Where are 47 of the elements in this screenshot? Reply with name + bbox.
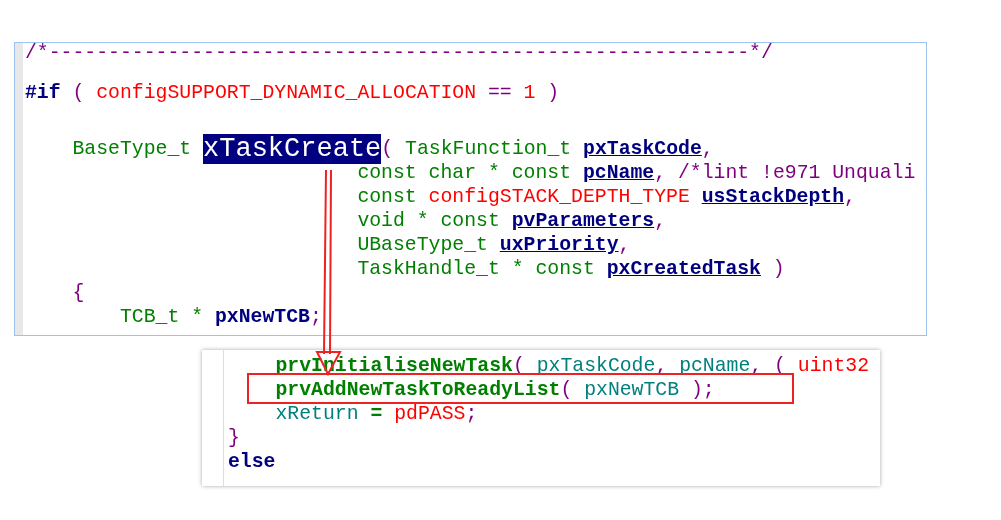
code-macro: uint32 (797, 354, 870, 378)
code-punctuation: } (228, 426, 240, 450)
code-variable: xReturn (274, 402, 360, 426)
code-type: UBaseType_t (356, 233, 489, 257)
code-parameter: pxCreatedTask (606, 257, 761, 281)
code-comment: /*-----------------------------------------------------------*/ (25, 43, 773, 65)
code-comment: /*lint !e971 Unquali (677, 161, 916, 185)
code-punctuation: , (654, 161, 668, 185)
code-parameter: pvParameters (511, 209, 655, 233)
code-keyword: else (228, 450, 276, 474)
code-macro: configSUPPORT_DYNAMIC_ALLOCATION (96, 81, 477, 105)
code-macro: 1 (523, 81, 536, 105)
code-macro: pdPASS (393, 402, 466, 426)
code-identifier: pxNewTCB (214, 305, 310, 329)
code-macro: configSTACK_DEPTH_TYPE (428, 185, 691, 209)
code-punctuation: ( (560, 378, 574, 402)
code-punctuation: , (618, 233, 631, 257)
code-type: TaskFunction_t (405, 137, 573, 161)
code-punctuation: ( (71, 81, 86, 105)
code-parameter: usStackDepth (701, 185, 845, 209)
code-operator: = (370, 402, 383, 426)
code-punctuation: ( (381, 137, 395, 161)
code-parameter: pxTaskCode (583, 137, 702, 161)
code-punctuation: == (487, 81, 513, 105)
code-type: BaseType_t (71, 137, 193, 161)
code-type: void * const (356, 209, 501, 233)
code-punctuation: ); (689, 378, 715, 402)
highlighted-function-name: xTaskCreate (203, 134, 382, 164)
code-parameter: pcName (582, 161, 655, 185)
code-variable: pcName (679, 354, 751, 378)
code-type: const char * const (356, 161, 573, 185)
code-punctuation: ; (465, 402, 478, 426)
code-type: TCB_t * (118, 305, 205, 329)
code-punctuation: , (701, 137, 714, 161)
code-parameter: uxPriority (499, 233, 619, 257)
code-punctuation: , (844, 185, 856, 209)
code-punctuation: { (71, 281, 85, 305)
code-keyword: #if (25, 81, 61, 105)
code-type: const (356, 185, 418, 209)
code-punctuation: , (654, 209, 667, 233)
code-punctuation: ) (546, 81, 560, 105)
code-variable: pxTaskCode (536, 354, 656, 378)
code-function: prvAddNewTaskToReadyList (274, 378, 561, 402)
code-type: TaskHandle_t * const (356, 257, 596, 281)
code-variable: pxNewTCB (584, 378, 680, 402)
code-punctuation: ; (309, 305, 322, 329)
code-punctuation: ) (771, 257, 785, 281)
